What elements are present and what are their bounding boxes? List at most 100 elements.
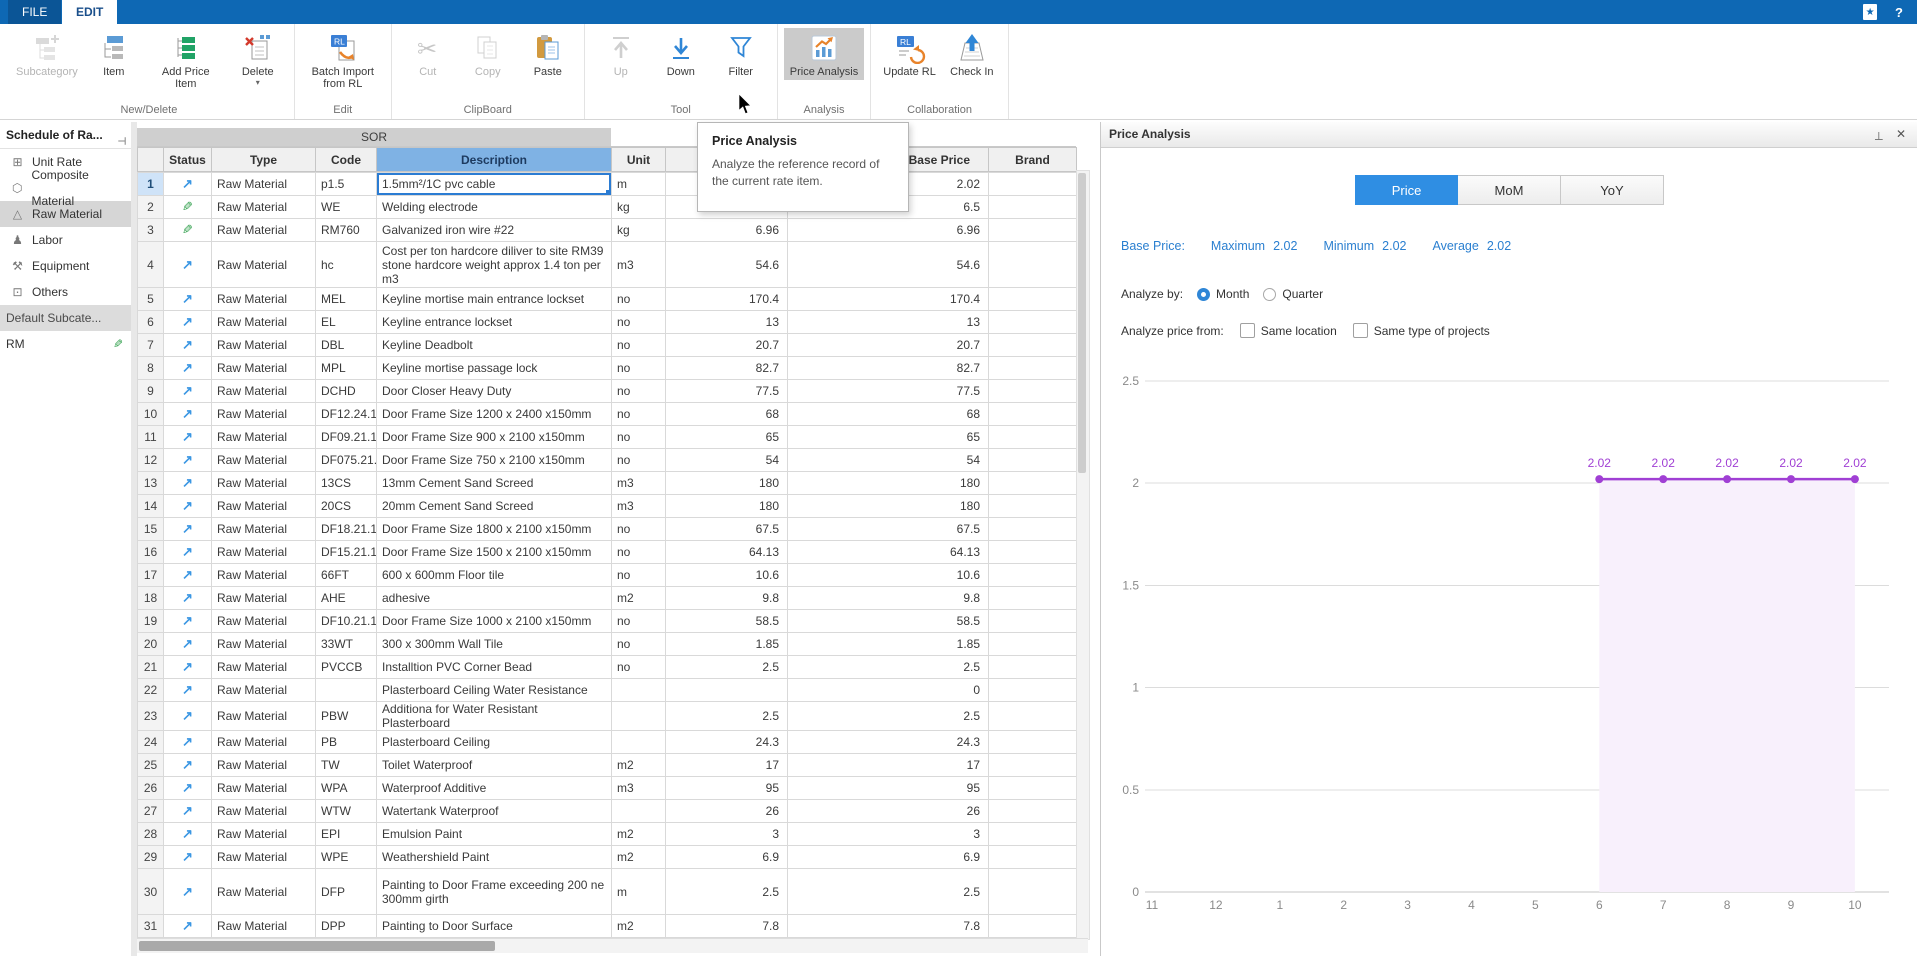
- code-cell[interactable]: hc: [316, 242, 377, 288]
- base-price-cell[interactable]: 2.5: [788, 656, 989, 679]
- checkbox-icon[interactable]: [1353, 323, 1368, 338]
- base-price-cell[interactable]: 170.4: [788, 288, 989, 311]
- dropdown-caret-icon[interactable]: ▾: [256, 79, 260, 87]
- brand-cell[interactable]: [989, 679, 1077, 702]
- rate-cell[interactable]: [666, 679, 788, 702]
- code-cell[interactable]: DPP: [316, 915, 377, 938]
- rate-cell[interactable]: 68: [666, 403, 788, 426]
- description-cell[interactable]: Plasterboard Ceiling Water Resistance: [377, 679, 612, 702]
- vertical-scrollbar-thumb[interactable]: [1078, 173, 1086, 473]
- unit-cell[interactable]: no: [612, 564, 666, 587]
- status-cell[interactable]: ↗: [164, 495, 212, 518]
- status-cell[interactable]: ↗: [164, 610, 212, 633]
- unit-cell[interactable]: m3: [612, 495, 666, 518]
- row-number-cell[interactable]: 23: [138, 702, 164, 731]
- update-rl-button[interactable]: RLUpdate RL: [877, 28, 942, 80]
- row-number-cell[interactable]: 27: [138, 800, 164, 823]
- type-cell[interactable]: Raw Material: [212, 288, 316, 311]
- unit-cell[interactable]: m2: [612, 587, 666, 610]
- row-number-cell[interactable]: 15: [138, 518, 164, 541]
- code-cell[interactable]: 13CS: [316, 472, 377, 495]
- description-cell[interactable]: Welding electrode: [377, 196, 612, 219]
- row-number-cell[interactable]: 30: [138, 869, 164, 915]
- row-number-cell[interactable]: 4: [138, 242, 164, 288]
- code-cell[interactable]: DCHD: [316, 380, 377, 403]
- description-cell[interactable]: 20mm Cement Sand Screed: [377, 495, 612, 518]
- status-cell[interactable]: ↗: [164, 380, 212, 403]
- delete-button[interactable]: Delete▾: [228, 28, 288, 89]
- type-cell[interactable]: Raw Material: [212, 426, 316, 449]
- column-header-code[interactable]: Code: [316, 148, 377, 172]
- brand-cell[interactable]: [989, 449, 1077, 472]
- brand-cell[interactable]: [989, 472, 1077, 495]
- brand-cell[interactable]: [989, 173, 1077, 196]
- unit-cell[interactable]: no: [612, 288, 666, 311]
- type-cell[interactable]: Raw Material: [212, 610, 316, 633]
- type-cell[interactable]: Raw Material: [212, 311, 316, 334]
- status-cell[interactable]: ↗: [164, 633, 212, 656]
- code-cell[interactable]: PBW: [316, 702, 377, 731]
- base-price-cell[interactable]: 24.3: [788, 731, 989, 754]
- type-cell[interactable]: Raw Material: [212, 915, 316, 938]
- brand-cell[interactable]: [989, 846, 1077, 869]
- brand-cell[interactable]: [989, 633, 1077, 656]
- code-cell[interactable]: EPI: [316, 823, 377, 846]
- type-cell[interactable]: Raw Material: [212, 449, 316, 472]
- rate-cell[interactable]: 7.8: [666, 915, 788, 938]
- row-number-cell[interactable]: 6: [138, 311, 164, 334]
- row-number-cell[interactable]: 5: [138, 288, 164, 311]
- unit-cell[interactable]: m2: [612, 823, 666, 846]
- row-number-cell[interactable]: 10: [138, 403, 164, 426]
- add-price-item-button[interactable]: Add Price Item: [144, 28, 228, 92]
- unit-cell[interactable]: no: [612, 311, 666, 334]
- unit-cell[interactable]: no: [612, 403, 666, 426]
- rate-cell[interactable]: 24.3: [666, 731, 788, 754]
- column-header-brand[interactable]: Brand: [989, 148, 1077, 172]
- unit-cell[interactable]: m3: [612, 777, 666, 800]
- tab-yoy[interactable]: YoY: [1561, 175, 1664, 205]
- unit-cell[interactable]: no: [612, 357, 666, 380]
- description-cell[interactable]: 1.5mm²/1C pvc cable: [377, 173, 612, 196]
- pin-icon[interactable]: ⊤: [1874, 122, 1884, 147]
- brand-cell[interactable]: [989, 196, 1077, 219]
- code-cell[interactable]: 66FT: [316, 564, 377, 587]
- row-number-cell[interactable]: 20: [138, 633, 164, 656]
- description-cell[interactable]: Weathershield Paint: [377, 846, 612, 869]
- code-cell[interactable]: TW: [316, 754, 377, 777]
- rate-cell[interactable]: 180: [666, 472, 788, 495]
- type-cell[interactable]: Raw Material: [212, 777, 316, 800]
- brand-cell[interactable]: [989, 610, 1077, 633]
- row-number-cell[interactable]: 7: [138, 334, 164, 357]
- code-cell[interactable]: 33WT: [316, 633, 377, 656]
- description-cell[interactable]: Galvanized iron wire #22: [377, 219, 612, 242]
- rate-cell[interactable]: 20.7: [666, 334, 788, 357]
- radio-month[interactable]: Month: [1197, 287, 1249, 301]
- status-cell[interactable]: ↗: [164, 587, 212, 610]
- status-cell[interactable]: ↗: [164, 541, 212, 564]
- type-cell[interactable]: Raw Material: [212, 587, 316, 610]
- status-cell[interactable]: ↗: [164, 472, 212, 495]
- rate-cell[interactable]: 95: [666, 777, 788, 800]
- brand-cell[interactable]: [989, 800, 1077, 823]
- sidebar-item-equipment[interactable]: ⚒Equipment: [0, 253, 131, 279]
- unit-cell[interactable]: no: [612, 518, 666, 541]
- tab-mom[interactable]: MoM: [1458, 175, 1561, 205]
- brand-cell[interactable]: [989, 702, 1077, 731]
- base-price-cell[interactable]: 68: [788, 403, 989, 426]
- row-number-cell[interactable]: 31: [138, 915, 164, 938]
- batch-import-from-rl-button[interactable]: RLBatch Import from RL: [301, 28, 385, 92]
- status-cell[interactable]: ↗: [164, 403, 212, 426]
- base-price-cell[interactable]: 0: [788, 679, 989, 702]
- row-number-cell[interactable]: 11: [138, 426, 164, 449]
- brand-cell[interactable]: [989, 288, 1077, 311]
- checkbox-same-type[interactable]: Same type of projects: [1353, 323, 1490, 338]
- type-cell[interactable]: Raw Material: [212, 633, 316, 656]
- column-header-description[interactable]: Description: [377, 148, 612, 172]
- brand-cell[interactable]: [989, 357, 1077, 380]
- rate-cell[interactable]: 3: [666, 823, 788, 846]
- column-header-unit[interactable]: Unit: [612, 148, 666, 172]
- description-cell[interactable]: Door Frame Size 1200 x 2400 x150mm: [377, 403, 612, 426]
- status-cell[interactable]: ↗: [164, 288, 212, 311]
- description-cell[interactable]: Keyline mortise passage lock: [377, 357, 612, 380]
- rate-cell[interactable]: 1.85: [666, 633, 788, 656]
